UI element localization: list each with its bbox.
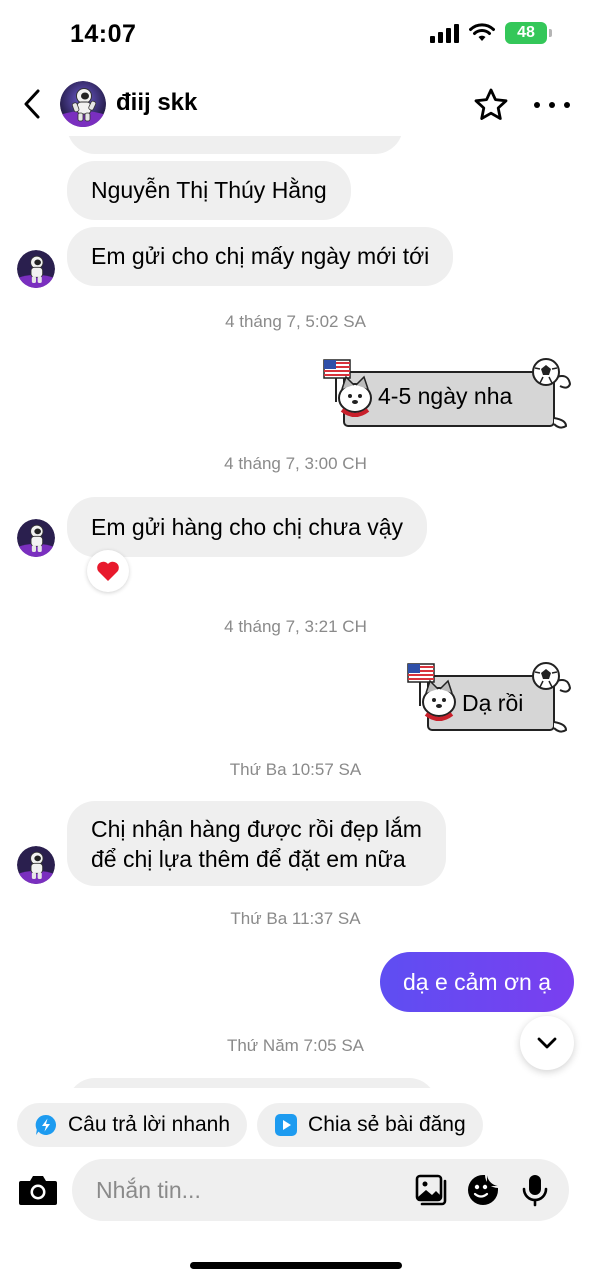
heart-icon xyxy=(97,561,119,581)
astronaut-avatar-icon xyxy=(17,846,55,884)
astronaut-avatar-icon xyxy=(17,519,55,557)
sticker-text: 4-5 ngày nha xyxy=(378,383,513,409)
gallery-button[interactable] xyxy=(414,1173,448,1207)
contact-name[interactable]: điij skk xyxy=(116,89,197,117)
sender-avatar[interactable] xyxy=(17,250,55,288)
message-bubble-incoming[interactable]: Nguyễn Thị Thúy Hằng xyxy=(67,161,351,220)
quick-reply-icon xyxy=(35,1114,57,1135)
microphone-icon xyxy=(522,1175,548,1207)
message-bubble-partial[interactable] xyxy=(67,1078,437,1088)
share-post-icon xyxy=(275,1114,298,1136)
astronaut-avatar-icon xyxy=(17,250,55,288)
message-bubble-incoming[interactable]: Chị nhận hàng được rồi đẹp lắm để chị lự… xyxy=(67,801,446,886)
battery-level: 48 xyxy=(517,24,535,41)
battery-indicator: 48 xyxy=(505,22,552,44)
sticker-button[interactable] xyxy=(466,1173,500,1207)
message-composer xyxy=(72,1159,569,1221)
more-dot xyxy=(549,102,555,108)
favorite-button[interactable] xyxy=(472,86,510,124)
camera-icon xyxy=(19,1176,57,1205)
quick-actions-row: Câu trả lời nhanh Chia sẻ bài đăng xyxy=(17,1103,483,1147)
status-bar: 14:07 48 xyxy=(0,0,591,70)
chip-label: Câu trả lời nhanh xyxy=(68,1113,231,1136)
message-input[interactable] xyxy=(96,1159,396,1221)
chevron-down-icon xyxy=(537,1037,557,1049)
message-bubble-incoming[interactable]: Em gửi cho chị mấy ngày mới tới xyxy=(67,227,454,286)
sticker-text: Dạ rồi xyxy=(462,690,524,716)
timestamp: 4 tháng 7, 3:00 CH xyxy=(224,454,367,473)
astronaut-avatar-icon xyxy=(60,81,106,127)
cellular-signal-icon xyxy=(430,23,459,43)
more-dot xyxy=(534,102,540,108)
message-thread[interactable]: Nguyễn Thị Thúy Hằng Em gửi cho chị mấy … xyxy=(0,136,591,1088)
wifi-icon xyxy=(469,23,495,41)
sender-avatar[interactable] xyxy=(17,846,55,884)
message-text: Nguyễn Thị Thúy Hằng xyxy=(91,177,327,203)
status-time: 14:07 xyxy=(70,20,137,48)
gallery-icon xyxy=(415,1174,447,1206)
camera-button[interactable] xyxy=(17,1170,59,1210)
more-options-button[interactable] xyxy=(534,86,570,124)
star-icon xyxy=(474,88,508,120)
back-button[interactable] xyxy=(16,86,48,122)
message-text: dạ e cảm ơn ạ xyxy=(402,968,552,995)
timestamp: Thứ Năm 7:05 SA xyxy=(226,1036,365,1055)
message-bubble-incoming[interactable]: Em gửi hàng cho chị chưa vậy xyxy=(67,497,428,557)
more-dot xyxy=(564,102,570,108)
voice-button[interactable] xyxy=(518,1173,552,1207)
message-bubble-outgoing[interactable]: dạ e cảm ơn ạ xyxy=(380,952,574,1012)
sticker-message[interactable]: 4-5 ngày nha xyxy=(320,356,576,432)
sender-avatar[interactable] xyxy=(17,519,55,557)
sticker-message[interactable]: Dạ rồi xyxy=(404,660,576,736)
message-bubble-partial[interactable] xyxy=(67,136,403,154)
message-text-line: để chị lựa thêm để đặt em nữa xyxy=(91,845,406,872)
timestamp: Thứ Ba 11:37 SA xyxy=(230,909,361,928)
message-reaction[interactable] xyxy=(87,550,129,592)
message-text: Em gửi cho chị mấy ngày mới tới xyxy=(91,243,430,269)
quick-reply-chip[interactable]: Câu trả lời nhanh xyxy=(17,1103,248,1147)
status-icons: 48 xyxy=(430,22,552,44)
chevron-left-icon xyxy=(24,89,40,119)
scroll-to-bottom-button[interactable] xyxy=(520,1016,574,1070)
home-indicator[interactable] xyxy=(190,1262,402,1269)
timestamp: Thứ Ba 10:57 SA xyxy=(229,760,362,779)
chat-header: điij skk xyxy=(0,72,591,136)
message-text: Em gửi hàng cho chị chưa vậy xyxy=(91,513,404,540)
timestamp: 4 tháng 7, 5:02 SA xyxy=(225,312,366,331)
chip-label: Chia sẻ bài đăng xyxy=(308,1113,466,1136)
contact-avatar[interactable] xyxy=(60,81,106,127)
message-text-line: Chị nhận hàng được rồi đẹp lắm xyxy=(91,815,422,842)
sticker-icon xyxy=(468,1175,498,1205)
timestamp: 4 tháng 7, 3:21 CH xyxy=(224,617,367,636)
share-post-chip[interactable]: Chia sẻ bài đăng xyxy=(257,1103,483,1147)
